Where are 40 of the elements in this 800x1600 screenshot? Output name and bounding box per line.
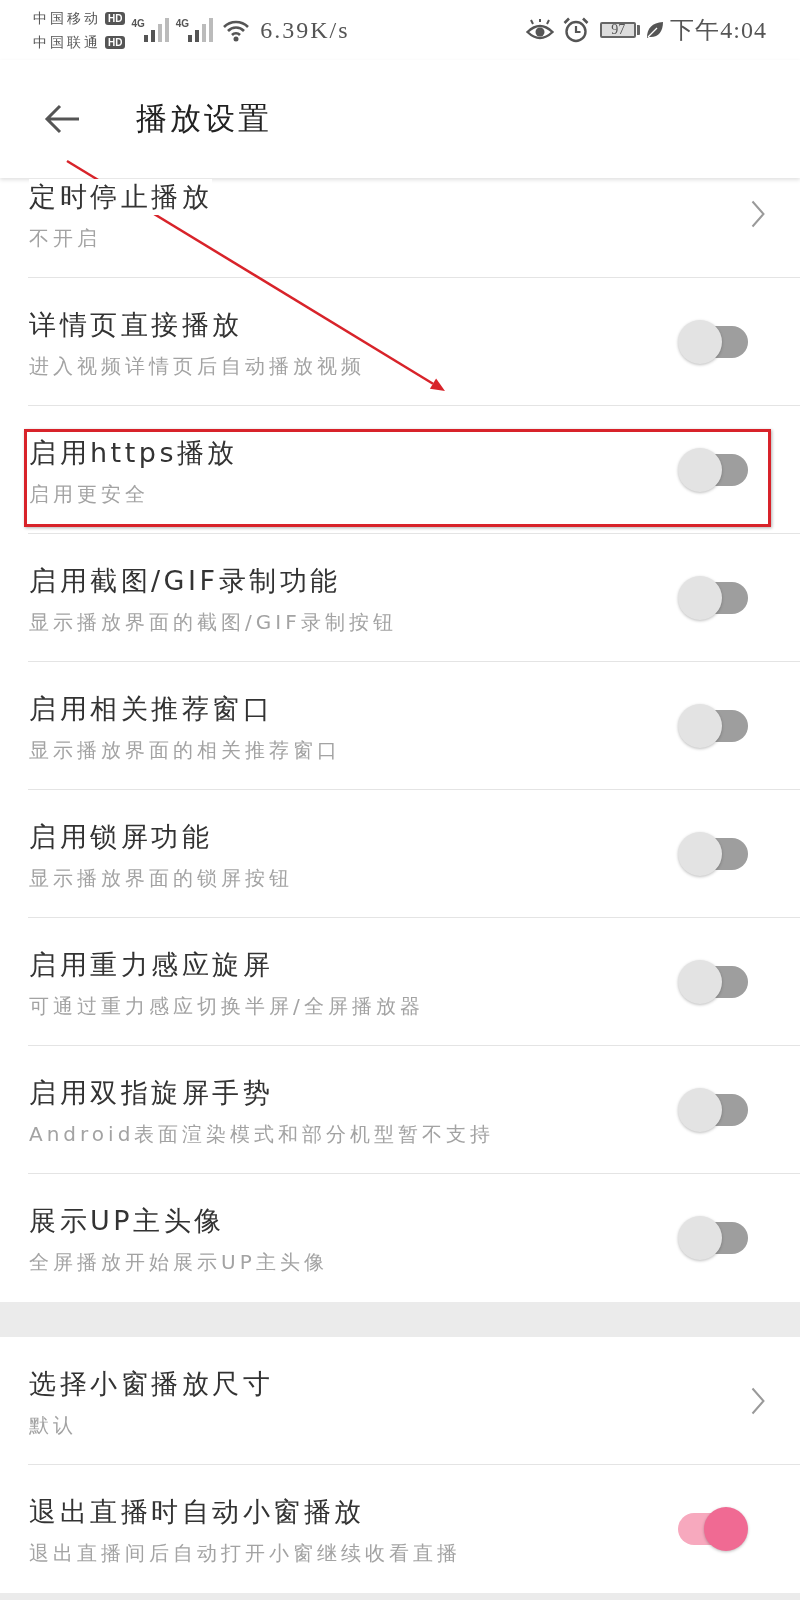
toggle-switch[interactable] xyxy=(678,960,748,1004)
wifi-icon xyxy=(222,18,251,42)
setting-description: 显示播放界面的锁屏按钮 xyxy=(29,864,293,892)
toggle-switch[interactable] xyxy=(678,448,748,492)
hd-badge: HD xyxy=(105,35,126,49)
chevron-right-icon xyxy=(751,1387,765,1415)
toggle-switch[interactable] xyxy=(678,1088,748,1132)
toggle-switch[interactable] xyxy=(678,704,748,748)
alarm-clock-icon xyxy=(563,17,590,43)
page-title: 播放设置 xyxy=(136,99,272,138)
setting-description: Android表面渲染模式和部分机型暂不支持 xyxy=(29,1120,495,1148)
network-type-label: 4G xyxy=(175,18,190,29)
carrier-name: 中国移动 xyxy=(33,9,101,27)
setting-description: 启用更安全 xyxy=(29,480,149,508)
network-type-label: 4G xyxy=(131,18,145,29)
signal-strength-icon xyxy=(143,18,170,42)
setting-description: 默认 xyxy=(29,1411,77,1439)
leaf-icon xyxy=(646,21,665,39)
battery-percentage: 97 xyxy=(611,23,626,37)
setting-description: 进入视频详情页后自动播放视频 xyxy=(29,352,365,380)
toggle-switch[interactable] xyxy=(678,1216,748,1260)
back-arrow-icon xyxy=(44,104,80,134)
setting-description: 退出直播间后自动打开小窗继续收看直播 xyxy=(29,1539,461,1567)
toggle-switch[interactable] xyxy=(678,1507,748,1551)
eye-icon xyxy=(526,19,555,41)
setting-description: 显示播放界面的截图/GIF录制按钮 xyxy=(29,608,397,636)
setting-description: 全屏播放开始展示UP主头像 xyxy=(29,1248,328,1276)
clock-time: 下午4:04 xyxy=(670,16,767,45)
toggle-switch[interactable] xyxy=(678,320,748,364)
toggle-switch[interactable] xyxy=(678,832,748,876)
carrier-name: 中国联通 xyxy=(33,33,101,51)
setting-description: 可通过重力感应切换半屏/全屏播放器 xyxy=(29,992,424,1020)
toggle-switch[interactable] xyxy=(678,576,748,620)
hd-badge: HD xyxy=(105,11,126,25)
chevron-right-icon xyxy=(751,200,765,228)
setting-description: 不开启 xyxy=(29,224,101,252)
setting-description: 显示播放界面的相关推荐窗口 xyxy=(29,736,341,764)
back-button[interactable] xyxy=(44,104,80,134)
signal-strength-icon xyxy=(188,18,215,42)
network-speed: 6.39K/s xyxy=(260,16,350,44)
